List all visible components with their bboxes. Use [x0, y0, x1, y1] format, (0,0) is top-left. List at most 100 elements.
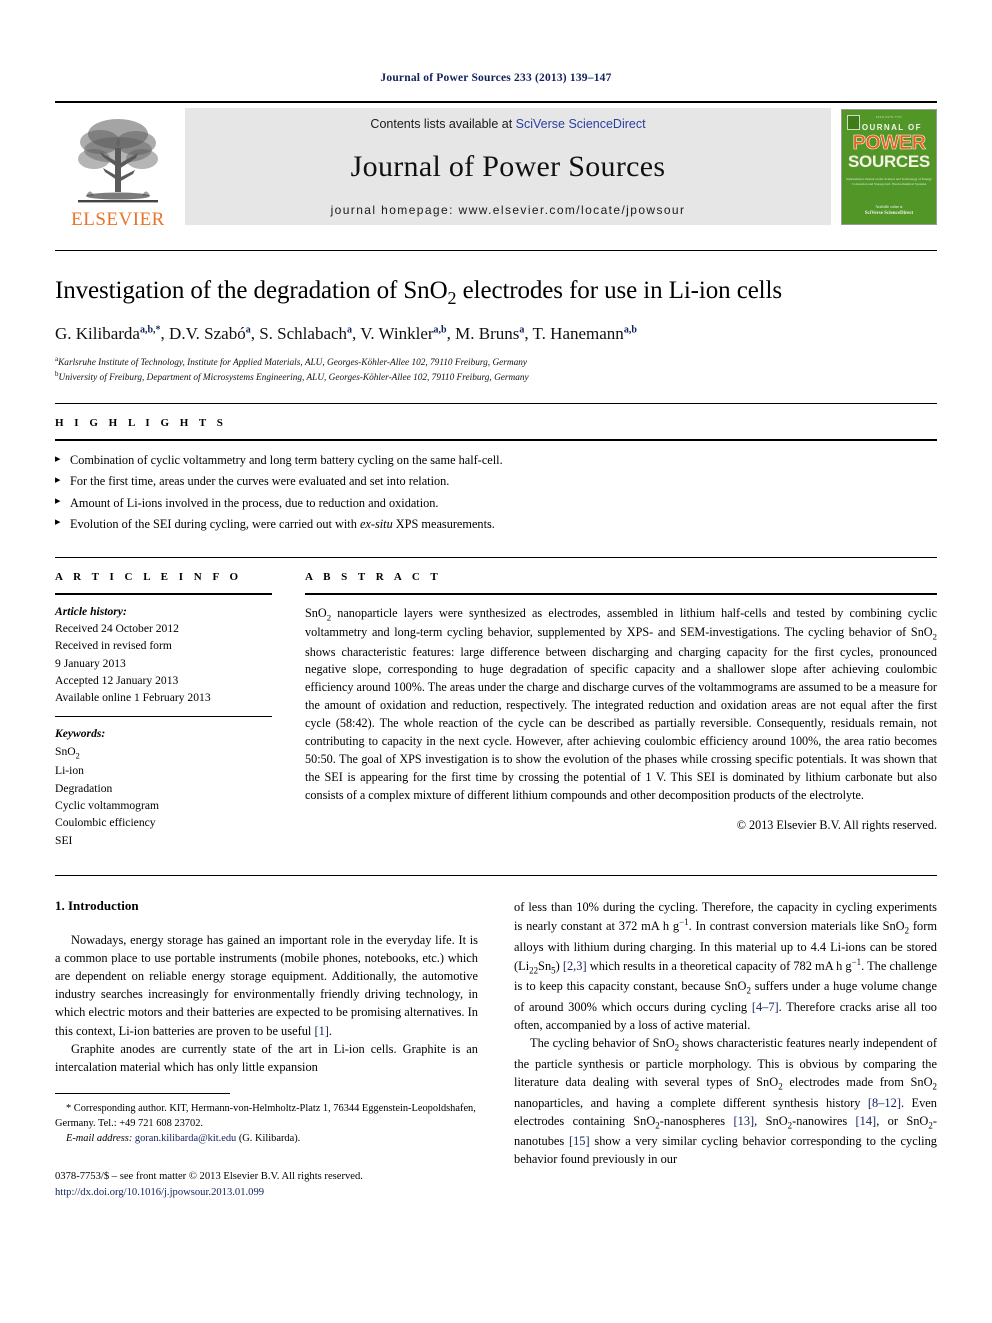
keywords-block: Keywords: SnO2 Li-ion Degradation Cyclic…: [55, 725, 272, 848]
author[interactable]: M. Brunsa: [455, 324, 524, 343]
history-item: Received in revised form: [55, 639, 172, 653]
running-head: Journal of Power Sources 233 (2013) 139–…: [380, 72, 612, 84]
page-title: Investigation of the degradation of SnO2…: [55, 277, 937, 309]
history-item: 9 January 2013: [55, 656, 126, 670]
author-affiliation-marker: a,b: [433, 324, 447, 336]
highlight-item: For the first time, areas under the curv…: [55, 471, 937, 492]
highlight-item: Combination of cyclic voltammetry and lo…: [55, 450, 937, 471]
article-history-label: Article history:: [55, 604, 127, 618]
citation-link[interactable]: [8–12]: [868, 1096, 901, 1110]
author-affiliation-marker: a: [347, 324, 353, 336]
journal-title: Journal of Power Sources: [350, 150, 666, 183]
doi-link[interactable]: http://dx.doi.org/10.1016/j.jpowsour.201…: [55, 1185, 478, 1200]
citation-link[interactable]: [13]: [734, 1114, 755, 1128]
elsevier-wordmark: ELSEVIER: [71, 209, 165, 230]
highlights-top-divider: [55, 403, 937, 405]
article-info-heading: A R T I C L E I N F O: [55, 570, 243, 583]
affiliation-item: bUniversity of Freiburg, Department of M…: [55, 370, 937, 385]
article-info-rule: [55, 592, 272, 595]
citation-link[interactable]: [15]: [569, 1134, 590, 1148]
author[interactable]: G. Kilibardaa,b,*: [55, 324, 161, 343]
title-part-2: electrodes for use in Li-ion cells: [456, 277, 783, 304]
citation-link[interactable]: [2,3]: [563, 959, 587, 973]
affiliation-list: aKarlsruhe Institute of Technology, Inst…: [55, 355, 937, 384]
highlight-item: Evolution of the SEI during cycling, wer…: [55, 513, 937, 535]
keyword-item: Degradation: [55, 781, 113, 795]
contents-prefix: Contents lists available at: [370, 117, 513, 131]
author-name: M. Bruns: [455, 324, 520, 343]
section-number: 1.: [55, 897, 65, 913]
article-history: Article history: Received 24 October 201…: [55, 603, 272, 707]
body-column-right: of less than 10% during the cycling. The…: [514, 898, 937, 1200]
cover-line-journal-of: JOURNAL OF: [856, 123, 922, 132]
paragraph: Graphite anodes are currently state of t…: [55, 1041, 478, 1074]
title-divider: [55, 250, 937, 251]
keyword-item: SnO2: [55, 744, 80, 761]
highlights-heading: H I G H L I G H T S: [55, 417, 227, 430]
article-page: Journal of Power Sources 233 (2013) 139–…: [0, 0, 992, 1323]
title-part-1: Investigation of the degradation of SnO: [55, 277, 448, 304]
author-affiliation-marker: a,b,*: [139, 324, 161, 336]
elsevier-logo: ELSEVIER: [55, 103, 181, 233]
journal-masthead: ELSEVIER Contents lists available at Sci…: [55, 101, 937, 233]
keyword-item: Coulombic efficiency: [55, 816, 156, 830]
affiliation-text: University of Freiburg, Department of Mi…: [58, 372, 529, 383]
abstract-column: A B S T R A C T SnO2 nanoparticle layers…: [290, 558, 937, 849]
paragraph: Nowadays, energy storage has gained an i…: [55, 932, 478, 1038]
abstract-text: SnO2 nanoparticle layers were synthesize…: [305, 605, 937, 803]
keywords-label: Keywords:: [55, 727, 106, 741]
contents-available-line: Contents lists available at SciVerse Sci…: [370, 117, 645, 131]
highlights-list: Combination of cyclic voltammetry and lo…: [55, 441, 937, 535]
author-name: D.V. Szabó: [169, 324, 246, 343]
author-name: S. Schlabach: [259, 324, 348, 343]
author-affiliation-marker: a: [519, 324, 525, 336]
journal-homepage-link[interactable]: journal homepage: www.elsevier.com/locat…: [331, 203, 686, 217]
affiliation-text: Karlsruhe Institute of Technology, Insti…: [58, 358, 528, 369]
author-affiliation-marker: a,b: [623, 324, 637, 336]
elsevier-tree-icon: [70, 112, 166, 208]
paragraph: The cycling behavior of SnO2 shows chara…: [514, 1036, 938, 1167]
abstract-rule: [305, 592, 937, 595]
author[interactable]: S. Schlabacha: [259, 324, 352, 343]
paragraph: of less than 10% during the cycling. The…: [514, 899, 938, 1033]
cover-line-sources: SOURCES: [848, 152, 930, 171]
body-divider: [55, 874, 937, 876]
author-name: V. Winkler: [360, 324, 434, 343]
keyword-item: SEI: [55, 833, 73, 847]
article-info-column: A R T I C L E I N F O Article history: R…: [55, 558, 290, 849]
email-link[interactable]: goran.kilibarda@kit.edu: [135, 1133, 236, 1144]
author[interactable]: T. Hanemanna,b: [533, 324, 637, 343]
body-columns: 1. Introduction Nowadays, energy storage…: [55, 898, 937, 1200]
author[interactable]: D.V. Szabóa: [169, 324, 251, 343]
info-abstract-block: A R T I C L E I N F O Article history: R…: [55, 556, 937, 849]
author-name: T. Hanemann: [532, 324, 624, 343]
cover-elsevier-mark-icon: [847, 115, 860, 130]
sciencedirect-link[interactable]: SciVerse ScienceDirect: [516, 117, 646, 131]
history-item: Accepted 12 January 2013: [55, 673, 179, 687]
journal-band: Contents lists available at SciVerse Sci…: [185, 108, 831, 225]
cover-imprint-name: SciVerse ScienceDirect: [864, 211, 914, 216]
section-heading-introduction: 1. Introduction: [55, 898, 478, 914]
issn-copyright-block: 0378-7753/$ – see front matter © 2013 El…: [55, 1169, 478, 1200]
abstract-copyright: © 2013 Elsevier B.V. All rights reserved…: [736, 817, 937, 832]
citation-link[interactable]: [14]: [856, 1114, 877, 1128]
body-column-left: 1. Introduction Nowadays, energy storage…: [55, 898, 478, 1200]
citation-link[interactable]: [1]: [314, 1024, 328, 1038]
footnote-divider: [55, 1093, 230, 1095]
keyword-item: Li-ion: [55, 764, 84, 778]
keyword-item: Cyclic voltammogram: [55, 799, 159, 812]
abstract-heading: A B S T R A C T: [305, 570, 442, 583]
cover-subtitle: International Journal on the Science and…: [846, 177, 932, 187]
section-title: Introduction: [68, 897, 139, 913]
journal-cover-thumbnail[interactable]: ISSN 0378-7753 JOURNAL OF POWER SOURCES …: [841, 109, 937, 225]
email-footnote: E-mail address: goran.kilibarda@kit.edu …: [55, 1131, 478, 1146]
cover-issn: ISSN 0378-7753: [876, 115, 902, 119]
corresponding-author-footnote: * Corresponding author. KIT, Hermann-von…: [55, 1103, 476, 1130]
citation-link[interactable]: [4–7]: [752, 1000, 779, 1014]
email-suffix: (G. Kilibarda).: [238, 1133, 301, 1145]
keywords-rule: [55, 716, 272, 718]
author-list: G. Kilibardaa,b,*, D.V. Szabóa, S. Schla…: [55, 324, 637, 343]
author[interactable]: V. Winklera,b: [360, 324, 446, 343]
author-name: G. Kilibarda: [55, 324, 140, 343]
cover-line-power: POWER: [852, 132, 926, 154]
